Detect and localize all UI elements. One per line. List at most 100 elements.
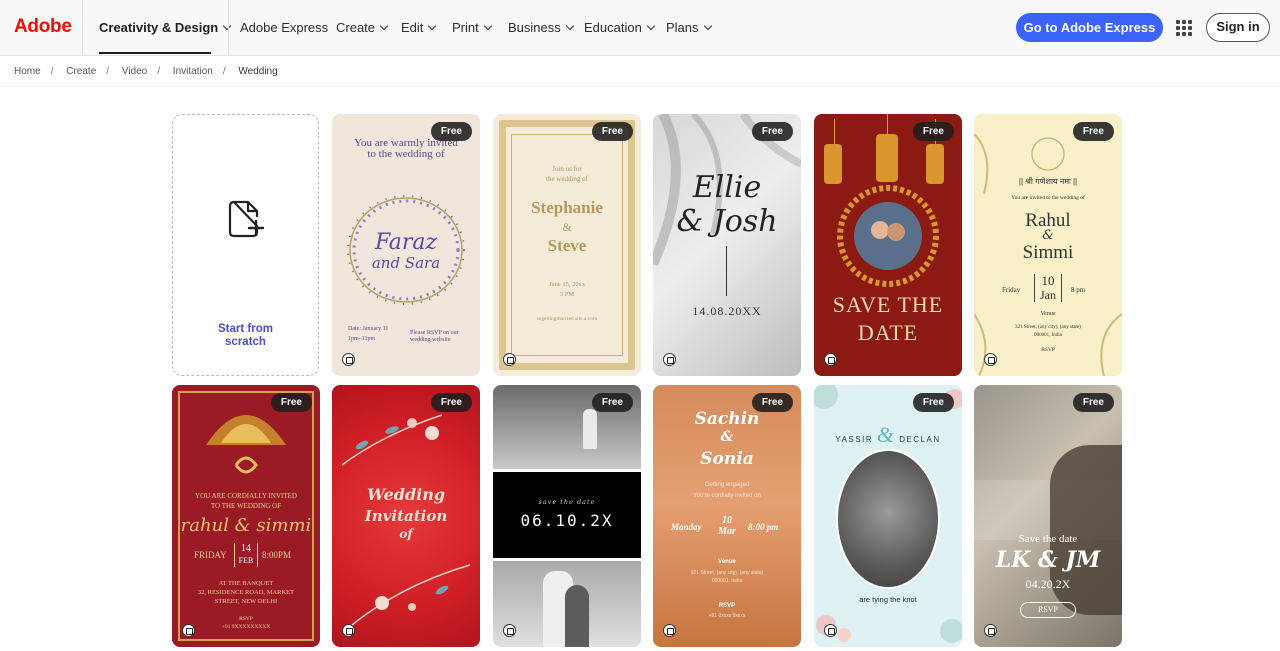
venue-label: Venue [718, 559, 736, 565]
new-file-icon [228, 200, 264, 238]
apps-grid-icon[interactable] [1176, 20, 1192, 36]
address-block: 321 Street, (any city), (any state) 0000… [653, 569, 801, 585]
video-icon [503, 353, 516, 366]
invite-line: YOU ARE CORDIALLY INVITED [195, 492, 297, 500]
template-card-sachin-sonia[interactable]: Sachin & Sonia Getting engaged You're co… [653, 385, 801, 647]
couple-initials: LK & JM [995, 547, 1101, 573]
address-block: 321 Street, (any city), (any state) 0000… [974, 324, 1122, 340]
template-card-stephanie-steve[interactable]: Join us for the wedding of Stephanie & S… [493, 114, 641, 376]
save-the-date-line1: SAVE THE [832, 292, 944, 317]
video-icon [824, 353, 837, 366]
rsvp-text: RSVP [1020, 602, 1076, 618]
template-card-save-the-date-photos[interactable]: save the date 06.10.2X Free [493, 385, 641, 647]
go-to-adobe-express-button[interactable]: Go to Adobe Express [1016, 13, 1163, 42]
bride-name: Ellie [692, 170, 762, 205]
chevron-down-icon [483, 21, 492, 31]
nav-plans[interactable]: Plans [666, 20, 712, 35]
nav-creativity-design[interactable]: Creativity & Design [99, 20, 232, 35]
couple-names: rahul & simmi [180, 515, 312, 536]
date-block: 10 Jan [1034, 274, 1062, 302]
ampersand: & [720, 429, 734, 445]
date-block: 10 Mar [713, 515, 741, 537]
day-text: FRIDAY [194, 550, 227, 560]
template-card-faraz-sara[interactable]: You are warmly invited to the wedding of… [332, 114, 480, 376]
template-card-wedding-invitation-red[interactable]: Wedding Invitation of Free [332, 385, 480, 647]
breadcrumb-create[interactable]: Create [66, 66, 96, 77]
date-month: Jan [1040, 288, 1056, 302]
chevron-down-icon [428, 21, 437, 31]
date-number: 10 [722, 515, 732, 526]
date-block: 14 FEB [234, 543, 258, 567]
date-block: June 15, 20xx 3 PM [493, 280, 641, 300]
name-one: YASSIR [835, 435, 874, 444]
website-text: segettingmarried.site.a.com [536, 316, 598, 322]
nav-business[interactable]: Business [508, 20, 574, 35]
divider-line [726, 246, 727, 296]
video-icon [342, 353, 355, 366]
nav-create-label: Create [336, 20, 376, 35]
venue-line: AT THE BANQUET [218, 580, 274, 587]
couple-silhouette [583, 409, 597, 449]
sign-in-button[interactable]: Sign in [1206, 13, 1270, 42]
heading-line3: of [399, 527, 413, 541]
nav-adobe-express[interactable]: Adobe Express [240, 20, 328, 35]
nav-edit[interactable]: Edit [401, 20, 437, 35]
phone-text: +91 0xxxx 9xxxx [708, 613, 746, 619]
nav-edit-label: Edit [401, 20, 424, 35]
invite-line: TO THE WEDDING OF [210, 502, 282, 510]
template-card-rahul-simmi-cream[interactable]: || श्री गणेशाय नमः || You are invited to… [974, 114, 1122, 376]
scratch-label-line2: scratch [225, 336, 266, 348]
invite-line: You are invited to the wedding of [1011, 195, 1085, 201]
heading-line2: Invitation [364, 507, 448, 525]
nav-print[interactable]: Print [452, 20, 492, 35]
invite-line: Getting engaged [704, 482, 750, 488]
start-from-scratch-card[interactable]: Start from scratch [172, 114, 319, 376]
chevron-down-icon [703, 21, 712, 31]
video-icon [663, 353, 676, 366]
nav-creativity-design-label: Creativity & Design [99, 20, 219, 35]
breadcrumb-home[interactable]: Home [14, 66, 41, 77]
template-card-ellie-josh[interactable]: Ellie & Josh 14.08.20XX Free [653, 114, 801, 376]
start-from-scratch-label: Start from scratch [173, 323, 318, 349]
nav-divider [82, 0, 83, 55]
time-text: 8:00 pm [748, 522, 779, 532]
address-line: 000001, India [711, 578, 743, 584]
template-card-save-the-date-red[interactable]: SAVE THE DATE Free [814, 114, 962, 376]
card-text: You are warmly invited to the wedding of [332, 138, 480, 160]
video-icon [342, 624, 355, 637]
nav-education[interactable]: Education [584, 20, 656, 35]
address-line: 321 Street, (any city), (any state) [690, 570, 764, 576]
date-text: June 15, 20xx [548, 281, 586, 288]
breadcrumb-invitation[interactable]: Invitation [173, 66, 213, 77]
nav-education-label: Education [584, 20, 642, 35]
bride-name: Stephanie [531, 198, 603, 217]
couple-photo-oval [836, 449, 940, 589]
top-nav: Adobe Creativity & Design Adobe Express … [0, 0, 1280, 56]
video-icon [182, 624, 195, 637]
free-badge: Free [1072, 122, 1114, 141]
free-badge: Free [591, 122, 633, 141]
breadcrumb: Home / Create / Video / Invitation / Wedding [14, 66, 278, 77]
date-text: 06.10.2X [520, 511, 614, 530]
heading-line1: Wedding [366, 485, 446, 504]
ampersand: & [876, 422, 896, 447]
groom-name: and Sara [371, 254, 441, 272]
template-card-lk-jm[interactable]: Save the date LK & JM 04.20.2X RSVP Free [974, 385, 1122, 647]
chevron-down-icon [565, 21, 574, 31]
date-text: 04.20.2X [1025, 577, 1071, 591]
tagline-text: are tying the knot [859, 595, 917, 604]
date-number: 14 [241, 543, 251, 554]
template-card-rahul-simmi-maroon[interactable]: YOU ARE CORDIALLY INVITED TO THE WEDDING… [172, 385, 320, 647]
rsvp-text: Please RSVP on our [410, 330, 459, 336]
nav-business-label: Business [508, 20, 561, 35]
template-card-yassir-declan[interactable]: YASSIR & DECLAN are tying the knot Free [814, 385, 962, 647]
ampersand: & [562, 220, 572, 234]
video-icon [984, 353, 997, 366]
adobe-logo[interactable]: Adobe [14, 16, 72, 38]
nav-create[interactable]: Create [336, 20, 389, 35]
nav-print-label: Print [452, 20, 479, 35]
breadcrumb-video[interactable]: Video [122, 66, 147, 77]
free-badge: Free [430, 122, 472, 141]
invite-line: to the wedding of [367, 148, 445, 160]
groom-name: & Josh [676, 204, 778, 239]
